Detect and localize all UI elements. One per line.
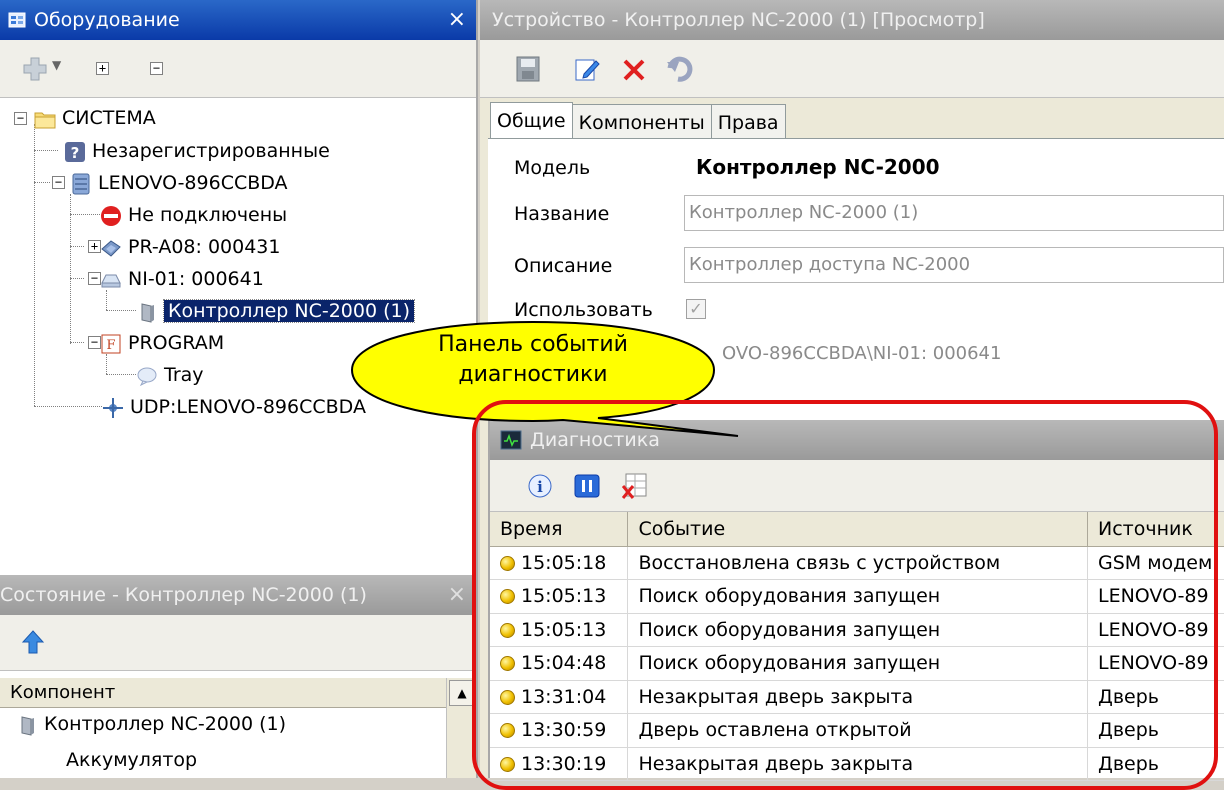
undo-icon[interactable] — [666, 56, 694, 82]
program-icon: F — [100, 333, 122, 355]
state-toolbar — [0, 615, 476, 671]
collapse-all-icon[interactable]: − — [150, 62, 163, 75]
tab-components[interactable]: Компоненты — [572, 104, 712, 142]
controller-icon — [136, 301, 158, 323]
host-collapse-toggle[interactable]: − — [52, 176, 65, 189]
state-titlebar: Состояние - Контроллер NC-2000 (1) × — [0, 575, 476, 615]
tree-item-unregistered[interactable]: ? Незарегистрированные — [64, 136, 330, 166]
tree-item-tray[interactable]: Tray — [136, 360, 204, 390]
model-value: Контроллер NC-2000 — [696, 155, 940, 179]
folder-icon — [34, 108, 56, 130]
description-field[interactable]: Контроллер доступа NC-2000 — [684, 247, 1224, 283]
add-icon[interactable] — [22, 56, 48, 82]
name-label: Название — [514, 203, 609, 225]
equipment-title: Оборудование — [34, 9, 180, 31]
up-arrow-icon[interactable] — [20, 629, 46, 655]
reader-icon — [100, 237, 122, 259]
tree-item-udp[interactable]: UDP:LENOVO-896CCBDA — [102, 392, 366, 422]
network-icon — [102, 397, 124, 419]
svg-text:F: F — [106, 338, 115, 353]
server-icon — [70, 173, 92, 195]
edit-icon[interactable] — [574, 56, 600, 82]
tray-icon — [136, 365, 158, 387]
save-icon[interactable] — [516, 56, 540, 82]
tree-item-ni-01[interactable]: NI-01: 000641 — [100, 264, 264, 294]
close-icon[interactable]: × — [448, 575, 466, 615]
path-field[interactable]: OVO-896CCBDA\NI-01: 000641 — [718, 337, 1224, 373]
controller-icon — [16, 714, 38, 736]
equipment-titlebar: Оборудование × — [0, 0, 476, 40]
stop-icon — [100, 205, 122, 227]
equipment-toolbar: ▼ + − — [0, 40, 476, 98]
chevron-down-icon[interactable]: ▼ — [52, 58, 61, 72]
device-titlebar: Устройство - Контроллер NC-2000 (1) [Про… — [480, 0, 1224, 40]
state-row-battery[interactable]: Аккумулятор — [66, 749, 197, 771]
tree-item-not-connected[interactable]: Не подключены — [100, 200, 287, 230]
equipment-icon — [8, 11, 26, 29]
tab-rights[interactable]: Права — [711, 104, 786, 142]
callout-text: Панель событий диагностики — [348, 330, 718, 390]
state-panel: Состояние - Контроллер NC-2000 (1) × Ком… — [0, 575, 478, 778]
model-label: Модель — [514, 157, 590, 179]
drive-icon — [100, 269, 122, 291]
device-tabs: ОбщиеКомпонентыПрава — [490, 100, 785, 138]
state-title: Состояние - Контроллер NC-2000 (1) — [0, 584, 367, 606]
use-checkbox[interactable]: ✓ — [686, 299, 706, 319]
highlight-ring — [472, 400, 1218, 790]
expand-all-icon[interactable]: + — [96, 62, 109, 75]
description-label: Описание — [514, 255, 612, 277]
tree-item-host[interactable]: LENOVO-896CCBDA — [70, 168, 288, 198]
tree-item-pr-a08[interactable]: PR-A08: 000431 — [100, 232, 280, 262]
state-row-controller[interactable]: Контроллер NC-2000 (1) — [16, 713, 286, 736]
tree-item-system[interactable]: СИСТЕМА — [34, 103, 156, 133]
name-field[interactable]: Контроллер NC-2000 (1) — [684, 195, 1224, 231]
close-icon[interactable]: × — [448, 0, 466, 40]
question-icon: ? — [64, 141, 86, 163]
equipment-panel: Оборудование × ▼ + − − СИСТЕМА — [0, 0, 478, 575]
device-toolbar — [480, 40, 1224, 98]
tree-item-program[interactable]: F PROGRAM — [100, 328, 224, 358]
component-column-header[interactable]: Компонент — [0, 678, 446, 708]
delete-icon[interactable] — [622, 58, 646, 82]
svg-text:?: ? — [71, 144, 80, 162]
system-collapse-toggle[interactable]: − — [14, 112, 27, 125]
